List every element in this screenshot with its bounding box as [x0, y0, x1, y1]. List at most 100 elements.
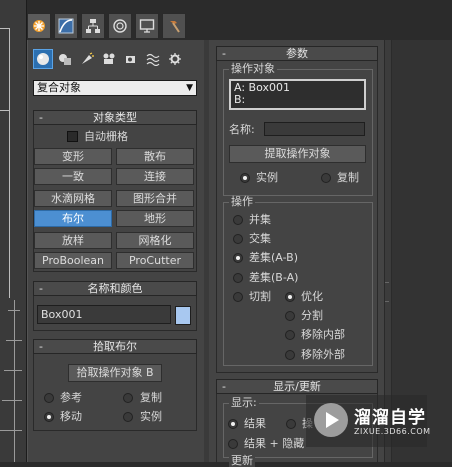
intersection-radio[interactable]: [233, 234, 243, 244]
monitor-icon: [139, 19, 155, 33]
object-type-rollout-header[interactable]: - 对象类型: [33, 110, 197, 125]
display-result-hidden-radio[interactable]: [228, 439, 238, 449]
parameters-rollout-header[interactable]: - 参数: [216, 46, 378, 61]
geometry-category[interactable]: [33, 49, 53, 69]
shapes-icon: [59, 54, 71, 65]
display-group-title: 显示:: [229, 396, 259, 409]
cut-remove-inside-label: 移除内部: [301, 328, 345, 341]
subtraction-ba-label: 差集(B-A): [249, 271, 299, 284]
cut-refine-radio[interactable]: [285, 292, 295, 302]
name-color-rollout-header[interactable]: - 名称和颜色: [33, 281, 197, 296]
motion-tab[interactable]: [108, 13, 132, 38]
union-label: 并集: [249, 213, 271, 226]
hierarchy-icon: [86, 19, 100, 33]
parameters-title: 参数: [286, 47, 308, 60]
instance-radio[interactable]: [123, 412, 133, 422]
operands-list[interactable]: A: Box001 B:: [229, 79, 366, 110]
mesher-button[interactable]: 网格化: [116, 232, 194, 249]
scrollbar-grip[interactable]: [385, 282, 389, 302]
cameras-category[interactable]: [99, 49, 119, 69]
morph-button[interactable]: 变形: [34, 148, 112, 165]
hammer-icon: [170, 21, 180, 33]
operand-name-label: 名称:: [229, 123, 255, 136]
pick-operand-b-button[interactable]: 拾取操作对象 B: [68, 364, 162, 382]
cut-radio[interactable]: [233, 292, 243, 302]
operand-name-input[interactable]: [264, 122, 365, 136]
watermark-logo-icon: [314, 403, 348, 437]
modify-tab[interactable]: [54, 13, 78, 38]
scatter-button[interactable]: 散布: [116, 148, 194, 165]
boolean-button[interactable]: 布尔: [34, 210, 112, 227]
operation-group-title: 操作: [229, 195, 255, 208]
extract-copy-radio[interactable]: [321, 173, 331, 183]
cut-remove-outside-label: 移除外部: [301, 348, 345, 361]
cut-remove-outside-radio[interactable]: [285, 350, 295, 360]
conform-button[interactable]: 一致: [34, 168, 112, 185]
autogrid-label: 自动栅格: [84, 130, 128, 143]
extract-copy-label: 复制: [337, 171, 359, 184]
systems-category[interactable]: [165, 49, 185, 69]
proboolean-button[interactable]: ProBoolean: [34, 252, 112, 269]
extract-instance-radio[interactable]: [240, 173, 250, 183]
autogrid-checkbox[interactable]: [67, 131, 78, 142]
display-operands-radio[interactable]: [286, 419, 296, 429]
hierarchy-tab[interactable]: [81, 13, 105, 38]
display-result-hidden-label: 结果 + 隐藏: [244, 437, 305, 450]
operand-a-item[interactable]: A: Box001: [234, 82, 361, 94]
instance-label: 实例: [140, 410, 162, 423]
shapes-category[interactable]: [55, 49, 75, 69]
display-tab[interactable]: [135, 13, 159, 38]
cut-refine-label: 优化: [301, 290, 323, 303]
object-color-swatch[interactable]: [175, 306, 191, 325]
category-dropdown[interactable]: 复合对象 ▼: [33, 80, 197, 96]
operand-b-item[interactable]: B:: [234, 94, 361, 106]
wave-icon: [146, 53, 160, 66]
connect-button[interactable]: 连接: [116, 168, 194, 185]
spacewarps-category[interactable]: [143, 49, 163, 69]
move-label: 移动: [60, 410, 82, 423]
sphere-icon: [37, 53, 49, 65]
extract-operand-button[interactable]: 提取操作对象: [229, 145, 366, 163]
lights-category[interactable]: [77, 49, 97, 69]
loft-button[interactable]: 放样: [34, 232, 112, 249]
intersection-label: 交集: [249, 232, 271, 245]
blobmesh-button[interactable]: 水滴网格: [34, 190, 112, 207]
watermark-text: 溜溜自学: [354, 408, 426, 428]
create-tab[interactable]: [27, 13, 51, 38]
shapemerge-button[interactable]: 图形合并: [116, 190, 194, 207]
watermark: 溜溜自学 ZIXUE.3D66.COM: [306, 395, 430, 447]
gear-icon: [169, 53, 181, 65]
copy-radio[interactable]: [123, 393, 133, 403]
category-dropdown-value: 复合对象: [37, 81, 81, 94]
move-radio[interactable]: [44, 412, 54, 422]
display-result-label: 结果: [244, 417, 266, 430]
motion-circle-icon: [113, 19, 127, 33]
union-radio[interactable]: [233, 215, 243, 225]
copy-label: 复制: [140, 391, 162, 404]
pick-boolean-title: 拾取布尔: [93, 340, 137, 353]
watermark-subtext: ZIXUE.3D66.COM: [354, 427, 431, 436]
light-icon: [82, 52, 94, 64]
cut-split-radio[interactable]: [285, 311, 295, 321]
object-name-input[interactable]: Box001: [37, 305, 171, 324]
cut-split-label: 分割: [301, 309, 323, 322]
helpers-category[interactable]: [121, 49, 141, 69]
cut-label: 切割: [249, 290, 271, 303]
camera-icon: [103, 53, 115, 64]
asterisk-icon: [33, 20, 45, 32]
name-color-title: 名称和颜色: [87, 282, 143, 295]
pick-boolean-rollout-header[interactable]: - 拾取布尔: [33, 339, 197, 354]
cut-remove-inside-radio[interactable]: [285, 330, 295, 340]
display-result-radio[interactable]: [228, 419, 238, 429]
reference-radio[interactable]: [44, 393, 54, 403]
subtraction-ba-radio[interactable]: [233, 273, 243, 283]
terrain-button[interactable]: 地形: [116, 210, 194, 227]
subtraction-ab-radio[interactable]: [233, 253, 243, 263]
viewport-left[interactable]: [0, 0, 27, 462]
utilities-tab[interactable]: [162, 13, 186, 38]
display-update-rollout-header[interactable]: - 显示/更新: [216, 379, 378, 394]
procutter-button[interactable]: ProCutter: [116, 252, 194, 269]
reference-label: 参考: [60, 391, 82, 404]
curve-icon: [58, 18, 74, 34]
object-type-title: 对象类型: [93, 111, 137, 124]
